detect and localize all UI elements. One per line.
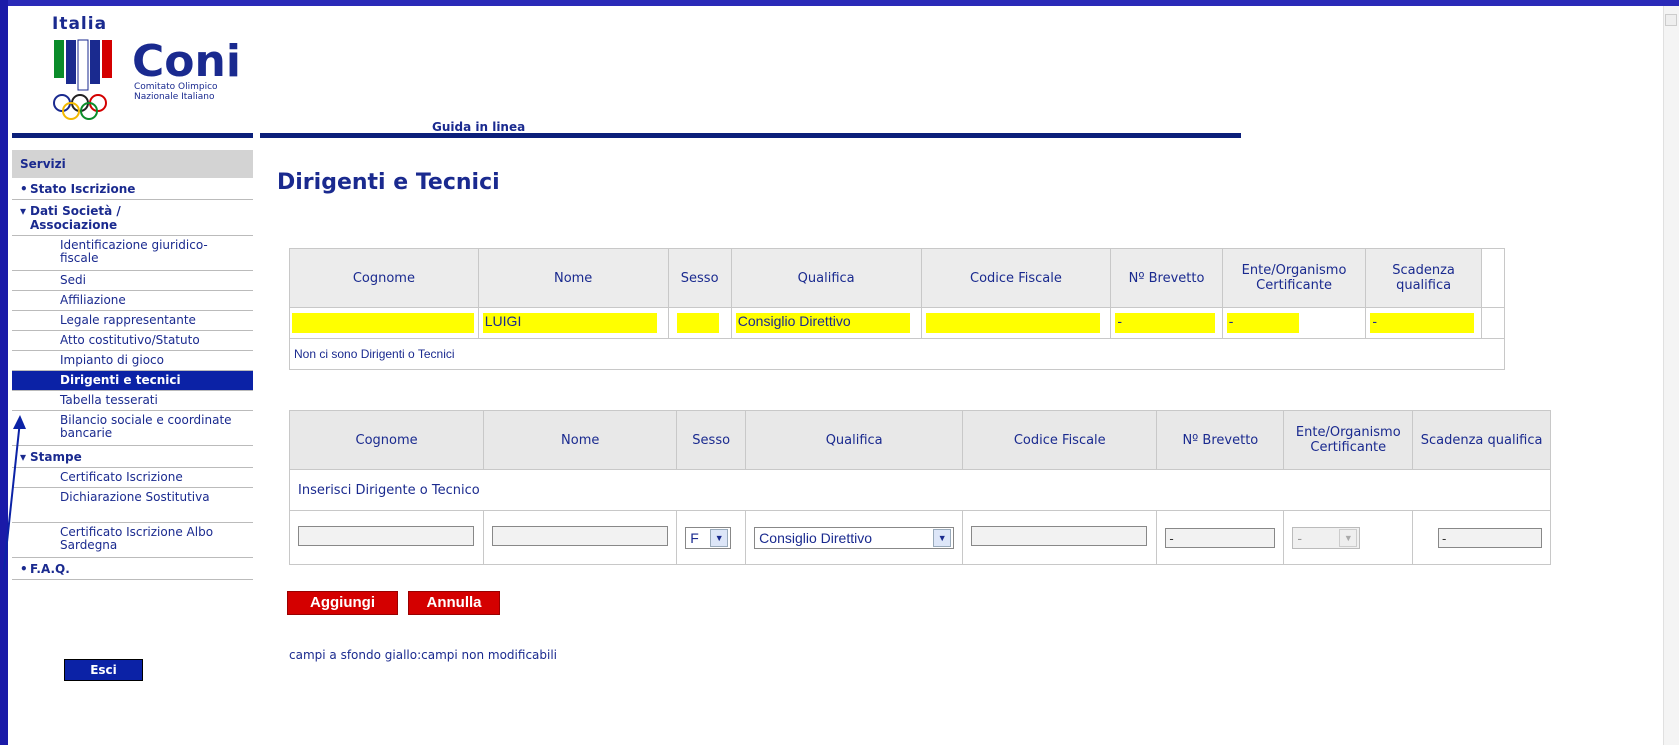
table-row: LUIGI Consiglio Direttivo - - - [289,307,1506,339]
scroll-up-icon[interactable] [1665,14,1677,26]
sidebar-item-dichiarazione-sostitutiva[interactable]: Dichiarazione Sostitutiva [12,488,253,523]
esci-button[interactable]: Esci [64,659,143,681]
table-row: Non ci sono Dirigenti o Tecnici [289,338,1505,370]
annotation-arrow-icon [3,415,26,571]
table-header-row: Cognome Nome Sesso Qualifica Codice Fisc… [289,248,1506,308]
logo-coni-text: Coni [132,36,241,87]
sidebar-item-certificato-iscrizione[interactable]: Certificato Iscrizione [12,468,253,488]
col-cognome: Cognome [289,248,479,308]
col-scadenza: Scadenza qualifica [1412,410,1551,470]
ente-select: - ▼ [1292,526,1361,549]
brevetto-input[interactable]: - [1165,527,1276,548]
dirigenti-table: Cognome Nome Sesso Qualifica Codice Fisc… [289,248,1506,370]
sidebar-heading: Servizi [12,150,253,178]
table-header-row: Cognome Nome Sesso Qualifica Codice Fisc… [288,410,1551,470]
vertical-scrollbar[interactable] [1663,6,1679,745]
bullet-icon: • [20,182,28,196]
cognome-input[interactable] [298,525,474,546]
logo-subtitle: Comitato Olimpico Nazionale Italiano [134,82,218,102]
col-sesso: Sesso [676,410,747,470]
logo-italia-text: Italia [52,14,108,34]
col-qualifica: Qualifica [745,410,964,470]
readonly-qualifica: Consiglio Direttivo [735,313,910,333]
aggiungi-button[interactable]: Aggiungi [287,591,398,615]
nome-input[interactable] [492,525,669,546]
coni-logo: Italia Coni Comitato Olimpico Nazionale … [52,14,252,124]
table-row: F ▼ Consiglio Direttivo ▼ - - ▼ - [288,510,1551,565]
sidebar-item-tabella-tesserati[interactable]: Tabella tesserati [12,391,253,411]
table-row: Inserisci Dirigente o Tecnico [289,469,1551,511]
sidebar-item-dirigenti-e-tecnici[interactable]: Dirigenti e tecnici [12,371,253,391]
sidebar-item-faq[interactable]: • F.A.Q. [12,558,253,580]
sidebar: Servizi • Stato Iscrizione ▾ Dati Società … [12,150,253,580]
coni-emblem-icon [54,39,112,91]
scadenza-input[interactable]: - [1438,527,1542,548]
sidebar-item-dati-societa[interactable]: ▾ Dati Società / Associazione [12,200,253,236]
sidebar-item-stato-iscrizione[interactable]: • Stato Iscrizione [12,178,253,200]
window-top-border [0,0,1679,6]
sidebar-item-stampe[interactable]: ▾ Stampe [12,446,253,468]
sidebar-item-legale-rappresentante[interactable]: Legale rappresentante [12,311,253,331]
col-ente: Ente/Organismo Certificante [1283,410,1414,470]
qualifica-select[interactable]: Consiglio Direttivo ▼ [754,526,955,549]
page-title: Dirigenti e Tecnici [277,170,500,195]
col-qualifica: Qualifica [730,248,922,308]
readonly-codice-fiscale [925,313,1100,333]
readonly-sesso [676,313,719,333]
sidebar-item-certificato-albo-sardegna[interactable]: Certificato Iscrizione Albo Sardegna [12,523,253,558]
sidebar-item-bilancio-sociale[interactable]: Bilancio sociale e coordinate bancarie [12,411,253,446]
header-rule [260,133,1241,138]
readonly-scadenza: - [1370,313,1475,333]
chevron-down-icon: ▼ [1339,528,1358,547]
col-nome: Nome [483,410,678,470]
readonly-ente: - [1226,313,1299,333]
col-nome: Nome [477,248,669,308]
readonly-brevetto: - [1115,313,1216,333]
insert-table: Cognome Nome Sesso Qualifica Codice Fisc… [288,410,1551,565]
sidebar-item-sedi[interactable]: Sedi [12,271,253,291]
sidebar-item-identificazione[interactable]: Identificazione giuridico-fiscale [12,236,253,271]
chevron-down-icon: ▼ [710,528,729,547]
annulla-button[interactable]: Annulla [408,591,500,615]
sidebar-item-atto-costitutivo[interactable]: Atto costitutivo/Statuto [12,331,253,351]
chevron-down-icon: ▾ [20,204,27,218]
chevron-down-icon: ▼ [933,528,952,547]
readonly-cognome [292,313,474,333]
sidebar-item-affiliazione[interactable]: Affiliazione [12,291,253,311]
insert-label: Inserisci Dirigente o Tecnico [289,469,1551,511]
sidebar-item-impianto-di-gioco[interactable]: Impianto di gioco [12,351,253,371]
col-codice-fiscale: Codice Fiscale [920,248,1112,308]
col-scadenza: Scadenza qualifica [1365,248,1482,308]
col-codice-fiscale: Codice Fiscale [962,410,1158,470]
col-ente: Ente/Organismo Certificante [1221,248,1367,308]
footnote: campi a sfondo giallo:campi non modifica… [289,648,558,662]
sidebar-top-rule [12,133,253,138]
col-cognome: Cognome [288,410,485,470]
codice-fiscale-input[interactable] [971,525,1148,546]
col-sesso: Sesso [667,248,732,308]
col-brevetto: Nº Brevetto [1110,248,1223,308]
empty-message: Non ci sono Dirigenti o Tecnici [289,338,1505,370]
readonly-nome: LUIGI [482,313,657,333]
olympic-rings-icon [53,94,107,120]
guida-in-linea-link[interactable]: Guida in linea [432,120,525,134]
window-left-border [0,0,8,745]
sesso-select[interactable]: F ▼ [685,526,732,549]
col-brevetto: Nº Brevetto [1156,410,1285,470]
